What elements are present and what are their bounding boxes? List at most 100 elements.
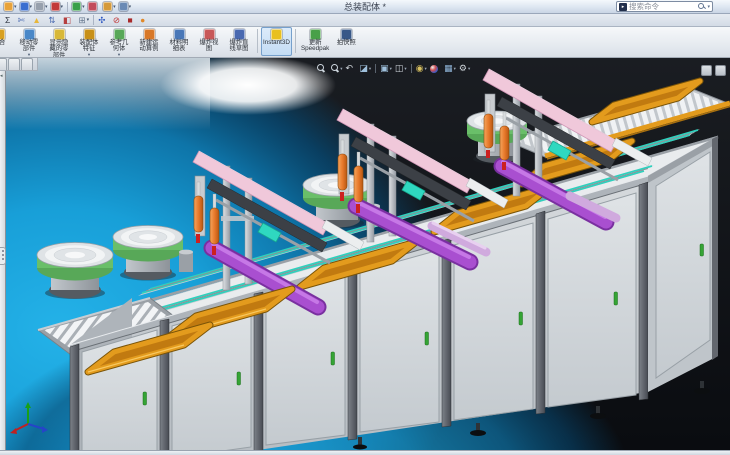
win-restore-window[interactable] — [701, 65, 712, 76]
qat-open[interactable]: ▾ — [3, 1, 18, 13]
separator — [257, 29, 258, 53]
hud-apply-scene[interactable]: ▦ ▾ — [443, 63, 457, 74]
command-manager-ribbon: 配合 ▾ 移动零 部件 ▾ 显示隐 藏的零 部件 ▾ 装配体 特征 — [0, 27, 730, 58]
dropdown-caret-icon[interactable]: ▾ — [88, 53, 90, 57]
dropdown-caret-icon[interactable]: ▾ — [87, 17, 90, 23]
toolbar-icon: ⇅ — [48, 15, 55, 25]
ribbon-explode-line-sketch[interactable]: 爆炸直 线草图 ▾ — [224, 27, 254, 56]
hud-zoom-fit[interactable]: ▾ — [316, 64, 329, 73]
qat-undo[interactable]: ▾ — [50, 1, 65, 13]
ribbon-bill-of-materials[interactable]: 材料明 细表 ▾ — [164, 27, 194, 56]
qat-rebuild[interactable]: ▾ — [71, 1, 86, 13]
separator — [411, 64, 412, 73]
ribbon-new-motion-study[interactable]: 新建运 动算例 ▾ — [134, 27, 164, 56]
tb2-design-tree[interactable]: ⊞▾ — [77, 14, 92, 26]
search-input[interactable] — [629, 2, 696, 11]
separator — [375, 64, 376, 73]
ribbon-exploded-view[interactable]: 爆炸视 图 ▾ — [194, 27, 224, 56]
collapse-arrow-icon[interactable]: ◂ — [0, 74, 3, 79]
tab[interactable] — [0, 58, 7, 70]
ribbon-move-component[interactable]: 移动零 部件 ▾ — [14, 27, 44, 56]
command-search[interactable]: ▸ ▾ — [616, 1, 713, 12]
toolbar-icon — [72, 2, 81, 11]
feature-manager-collapsed-strip[interactable]: ◂ — [0, 71, 6, 450]
toolbar-icon — [35, 2, 44, 11]
press-cylinder — [338, 154, 347, 190]
ribbon-assembly-features[interactable]: 装配体 特征 ▾ — [74, 27, 104, 56]
hud-view-settings[interactable]: ⚙ ▾ — [458, 63, 471, 74]
dropdown-caret-icon[interactable]: ▾ — [28, 53, 30, 57]
document-title: 总装配体 * — [344, 0, 386, 13]
ribbon-update-speedpak[interactable]: 更新 Speedpak ▾ — [299, 27, 331, 56]
dropdown-caret-icon[interactable]: ▾ — [61, 4, 64, 10]
dropdown-caret-icon[interactable]: ▾ — [129, 4, 132, 10]
tb2-component[interactable]: ◧▾ — [61, 14, 77, 26]
dropdown-caret-icon[interactable]: ▾ — [45, 4, 48, 10]
3d-scene[interactable] — [0, 58, 730, 450]
qat-file-properties[interactable]: ▾ — [118, 1, 133, 13]
dropdown-caret-icon[interactable]: ▾ — [340, 66, 342, 72]
hud-hide-show-items[interactable]: ◉ ▾ — [415, 63, 428, 74]
hud-previous-view[interactable]: ↶ ▾ — [345, 63, 358, 74]
toolbar-icon: ▲ — [32, 15, 40, 25]
tb2-pinwheel[interactable]: ✣▾ — [96, 14, 111, 26]
ribbon-show-hidden-components[interactable]: 显示隐 藏的零 部件 ▾ — [44, 27, 74, 56]
cabinet-right-end[interactable] — [648, 136, 718, 392]
dropdown-caret-icon[interactable]: ▾ — [404, 66, 406, 72]
title-bar: ▾▾▾▾▾▾▾▾ 总装配体 * ▸ ▾ — [0, 0, 730, 14]
search-dropdown-caret-icon[interactable]: ▾ — [707, 4, 710, 10]
qat-options[interactable]: ▾ — [102, 1, 117, 13]
hud-section-view[interactable]: ◪ ▾ — [358, 63, 372, 74]
dropdown-caret-icon[interactable]: ▾ — [425, 66, 427, 72]
dropdown-caret-icon[interactable]: ▾ — [118, 53, 120, 57]
magnifier-icon[interactable] — [698, 3, 705, 11]
tb2-updown[interactable]: ⇅▾ — [46, 14, 61, 26]
command-manager-tabs — [0, 58, 38, 71]
qat-save[interactable]: ▾ — [19, 1, 34, 13]
press-cylinder — [210, 208, 219, 244]
dropdown-caret-icon[interactable]: ▾ — [369, 66, 371, 72]
tb2-sigma[interactable]: Σ▾ — [3, 14, 16, 26]
hud-edit-appearance[interactable]: ▾ — [429, 65, 442, 73]
press-cylinder — [194, 196, 203, 232]
tb2-no-entry[interactable]: ⊘▾ — [111, 14, 126, 26]
toolbar-icon: ◧ — [63, 15, 71, 25]
toolbar-icon — [51, 2, 60, 11]
tab[interactable] — [21, 58, 33, 70]
tb2-red-block[interactable]: ■▾ — [125, 14, 138, 26]
dropdown-caret-icon[interactable]: ▾ — [30, 4, 33, 10]
toolbar-icon — [4, 2, 13, 11]
tab[interactable] — [8, 58, 20, 70]
magnifier-icon — [317, 64, 325, 73]
dropdown-caret-icon[interactable]: ▾ — [454, 66, 456, 72]
qat-edit-appearance[interactable]: ▾ — [87, 1, 102, 13]
panel-splitter-handle[interactable] — [0, 247, 6, 265]
tb2-warning[interactable]: ▲▾ — [30, 14, 46, 26]
dropdown-caret-icon[interactable]: ▾ — [14, 4, 17, 10]
hud-view-orientation[interactable]: ▣ ▾ — [379, 63, 393, 74]
dropdown-caret-icon[interactable]: ▾ — [113, 4, 116, 10]
qat-print[interactable]: ▾ — [34, 1, 49, 13]
view-tool-icon: ▦ — [444, 63, 453, 74]
toolbar-icon: ⊘ — [113, 15, 120, 25]
ribbon-mate[interactable]: 配合 ▾ — [0, 27, 14, 56]
gantry-column — [367, 124, 374, 242]
ribbon-instant3d[interactable]: Instant3D ▾ — [261, 27, 292, 56]
view-tool-icon: ⚙ — [459, 63, 467, 74]
graphics-area[interactable]: ◂ ▾ ▾ ↶ ▾ — [0, 58, 730, 450]
tb2-scissors[interactable]: ✄▾ — [16, 14, 31, 26]
tb2-sphere[interactable]: ●▾ — [138, 14, 151, 26]
dropdown-caret-icon[interactable]: ▾ — [390, 66, 392, 72]
ribbon-take-snapshot[interactable]: 拍快照 ▾ — [331, 27, 361, 56]
status-bar — [0, 450, 730, 455]
toolbar-icon: Σ — [5, 15, 10, 25]
dropdown-caret-icon[interactable]: ▾ — [468, 66, 470, 72]
toolbar-icon: ✣ — [98, 15, 105, 25]
ribbon-button-label: 配合 — [0, 40, 5, 46]
view-tool-icon: ◉ — [416, 63, 424, 74]
dropdown-caret-icon[interactable]: ▾ — [82, 4, 85, 10]
hud-zoom-area[interactable]: ▾ — [330, 64, 343, 73]
ribbon-reference-geometry[interactable]: 参考几 何体 ▾ — [104, 27, 134, 56]
hud-display-style[interactable]: ◫ ▾ — [394, 63, 408, 74]
win-close-window[interactable] — [715, 65, 726, 76]
